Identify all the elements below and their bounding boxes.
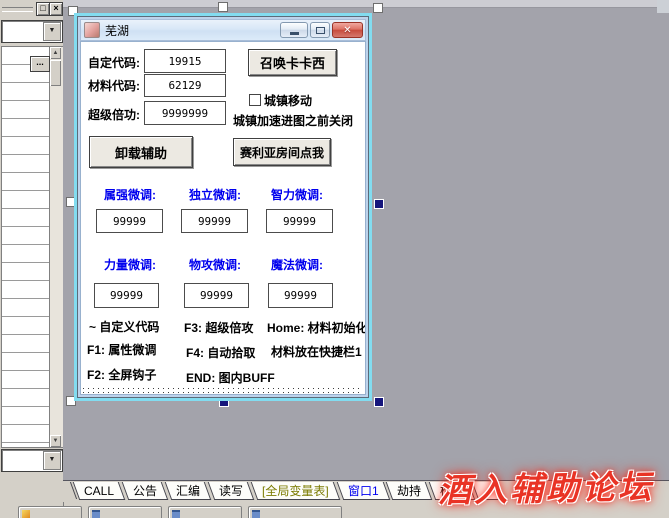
designer-grid-dots [83, 388, 363, 389]
town-move-checkbox[interactable] [249, 94, 261, 106]
ide-screen: □ × ▼ ... ▲ ▼ ▼ [0, 0, 669, 518]
material-code-input[interactable]: 62129 [144, 74, 226, 97]
form-selection-frame: 芜湖 ✕ 自定代码: 19915 召唤卡卡西 材料代码: 62129 城镇移动 [74, 13, 372, 401]
intelligence-tweak-input[interactable]: 99999 [266, 209, 333, 233]
chevron-down-icon[interactable]: ▼ [43, 22, 61, 41]
tab-label: 公告 [126, 483, 164, 499]
secondary-combo[interactable]: ▼ [1, 449, 63, 472]
tweak-label: 力量微调: [104, 256, 156, 273]
object-selector-combo[interactable]: ▼ [1, 20, 63, 43]
tweak-label: 魔法微调: [271, 256, 323, 273]
tab-assembly[interactable]: 汇编 [165, 482, 212, 500]
tab-global-variables[interactable]: [全局变量表] [251, 482, 340, 500]
selection-handle-mid-right[interactable] [374, 199, 384, 209]
close-button[interactable]: ✕ [332, 22, 363, 38]
app-window-icon [22, 510, 30, 518]
scroll-up-icon[interactable]: ▲ [50, 47, 61, 59]
physical-attack-tweak-input[interactable]: 99999 [184, 283, 249, 308]
dialog-window: 芜湖 ✕ 自定代码: 19915 召唤卡卡西 材料代码: 62129 城镇移动 [77, 16, 369, 398]
town-note-label: 城镇加速进图之前关闭 [233, 112, 353, 129]
tab-label: CALL [77, 483, 121, 499]
hotkey-label: END: 图内BUFF [186, 369, 275, 386]
tab-window1[interactable]: 窗口1 [336, 482, 389, 500]
form-window-icon [252, 510, 260, 518]
close-icon: × [53, 3, 58, 13]
tab-hijack[interactable]: 劫持 [386, 482, 433, 500]
dialog-client-area: 自定代码: 19915 召唤卡卡西 材料代码: 62129 城镇移动 超级倍功:… [80, 41, 366, 395]
unload-assist-button[interactable]: 卸载辅助 [89, 136, 193, 168]
selection-handle-bottom-right[interactable] [374, 397, 384, 407]
maximize-icon [316, 27, 325, 34]
tab-label: 汇编 [169, 483, 207, 499]
checkbox-label: 城镇移动 [264, 92, 312, 109]
hotkey-label: ~ 自定义代码 [89, 318, 159, 335]
restore-icon: □ [40, 3, 45, 13]
tweak-label: 物攻微调: [189, 256, 241, 273]
bottom-window-item[interactable] [248, 506, 342, 518]
dialog-titlebar[interactable]: 芜湖 ✕ [80, 19, 366, 41]
selection-handle-top-right[interactable] [373, 3, 383, 13]
tab-label: 劫持 [390, 483, 428, 499]
magic-tweak-input[interactable]: 99999 [268, 283, 333, 308]
form-window-icon [92, 510, 100, 518]
field-label: 自定代码: [88, 54, 140, 71]
tweak-label: 独立微调: [189, 186, 241, 203]
bottom-window-item[interactable] [18, 506, 82, 518]
close-icon: ✕ [343, 25, 351, 36]
ellipsis-button[interactable]: ... [30, 56, 50, 72]
bottom-window-item[interactable] [168, 506, 242, 518]
panel-restore-button[interactable]: □ [36, 2, 50, 16]
seria-room-button[interactable]: 赛利亚房间点我 [233, 138, 331, 166]
super-multiplier-input[interactable]: 9999999 [144, 101, 226, 125]
app-icon [84, 22, 100, 38]
tab-label: 读写 [212, 483, 250, 499]
forum-watermark: 酒入辅助论坛 [438, 460, 655, 512]
selection-handle-top-center[interactable] [218, 2, 228, 12]
summon-kakashi-button[interactable]: 召唤卡卡西 [248, 49, 337, 76]
hotkey-label: F1: 属性微调 [87, 341, 156, 358]
tweak-label: 智力微调: [271, 186, 323, 203]
canvas-corner [657, 0, 669, 13]
tab-call[interactable]: CALL [73, 482, 126, 500]
hotkey-label: F2: 全屏钩子 [87, 366, 156, 383]
properties-panel: □ × ▼ ... ▲ ▼ ▼ [0, 0, 64, 518]
titlebar-buttons: ✕ [280, 22, 363, 38]
form-designer-canvas[interactable]: 芜湖 ✕ 自定代码: 19915 召唤卡卡西 材料代码: 62129 城镇移动 [63, 0, 669, 480]
hotkey-label: F4: 自动拾取 [186, 344, 255, 361]
tab-readwrite[interactable]: 读写 [208, 482, 255, 500]
property-grid-scrollbar[interactable]: ▲ ▼ [49, 46, 64, 448]
canvas-top-strip [63, 0, 669, 8]
chevron-down-icon[interactable]: ▼ [43, 451, 61, 470]
scroll-down-icon[interactable]: ▼ [50, 435, 61, 447]
panel-close-button[interactable]: × [49, 2, 63, 16]
panel-grip [2, 7, 33, 12]
window-title: 芜湖 [105, 22, 129, 39]
field-label: 超级倍功: [88, 106, 140, 123]
hotkey-label: F3: 超级倍攻 [184, 319, 253, 336]
tab-label: [全局变量表] [255, 483, 336, 499]
tab-label: 窗口1 [341, 483, 386, 499]
form-window-icon [172, 510, 180, 518]
elemental-tweak-input[interactable]: 99999 [96, 209, 163, 233]
independent-tweak-input[interactable]: 99999 [181, 209, 248, 233]
field-label: 材料代码: [88, 77, 140, 94]
tab-announcement[interactable]: 公告 [122, 482, 169, 500]
minimize-icon [290, 32, 299, 35]
scrollbar-thumb[interactable] [50, 60, 61, 86]
bottom-window-item[interactable] [88, 506, 162, 518]
property-grid[interactable] [1, 46, 50, 448]
hotkey-label: 材料放在快捷栏1 [271, 343, 362, 360]
panel-titlebar[interactable]: □ × [0, 0, 63, 16]
hotkey-label: Home: 材料初始化 [267, 319, 366, 336]
maximize-button[interactable] [310, 22, 330, 38]
minimize-button[interactable] [280, 22, 308, 38]
strength-tweak-input[interactable]: 99999 [94, 283, 159, 308]
tweak-label: 属强微调: [104, 186, 156, 203]
designer-grid-dots [83, 392, 363, 393]
custom-code-input[interactable]: 19915 [144, 49, 226, 73]
